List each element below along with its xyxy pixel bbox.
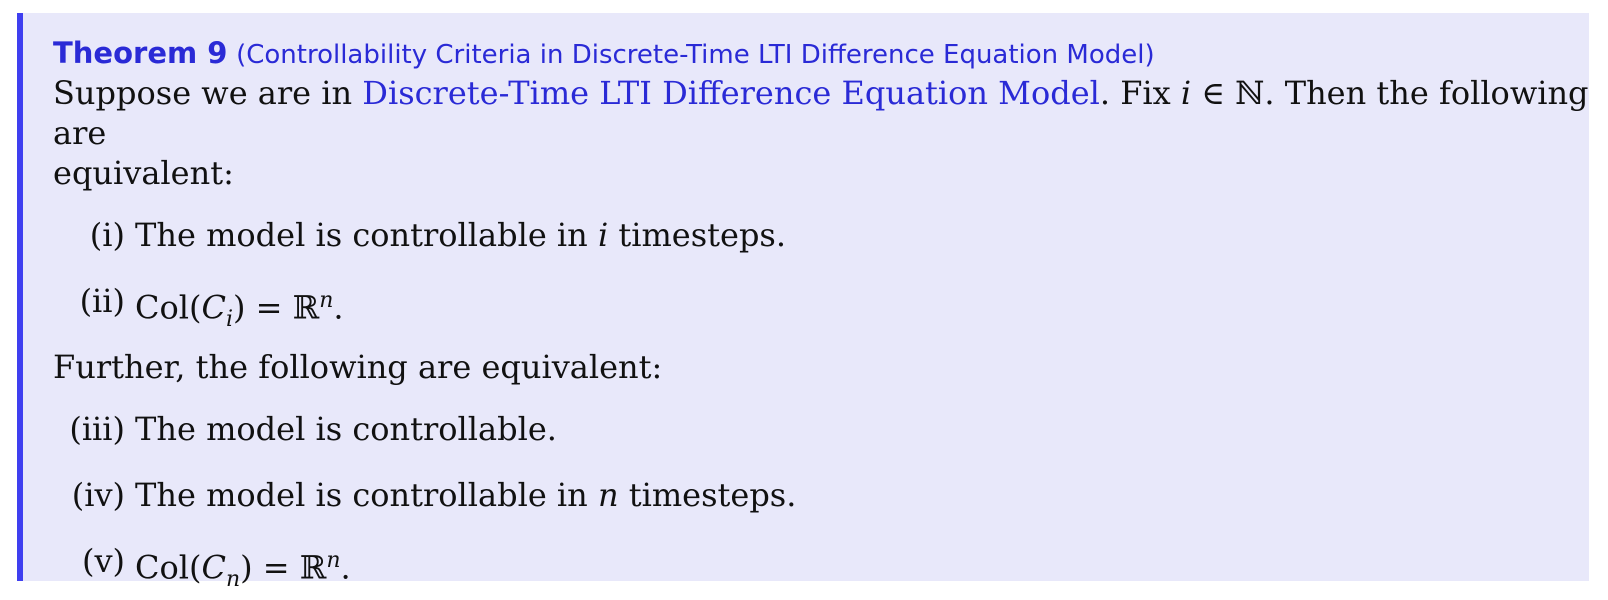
item-text: The model is controllable. xyxy=(135,410,557,448)
intro-line2: equivalent: xyxy=(53,154,234,192)
item-text: The model is controllable in i timesteps… xyxy=(135,215,786,255)
item-label: (iii) xyxy=(69,410,125,448)
theorem-header: Theorem 9 (Controllability Criteria in D… xyxy=(53,33,1589,73)
item-text-post: timesteps. xyxy=(608,216,787,254)
formula-cal: C xyxy=(201,288,226,327)
item-var: n xyxy=(597,476,619,514)
item-label: (v) xyxy=(81,542,125,580)
equivalence-list-b: (iii) The model is controllable. (iv) Th… xyxy=(53,409,1589,592)
formula-pre: Col( xyxy=(135,548,202,587)
item-var: i xyxy=(597,216,609,254)
intro-var: i xyxy=(1180,74,1192,112)
item-text: The model is controllable in n timesteps… xyxy=(135,475,796,515)
list-item: (iv) The model is controllable in n time… xyxy=(53,475,1589,515)
theorem-intro: Suppose we are in Discrete-Time LTI Diff… xyxy=(53,73,1589,193)
item-text-pre: The model is controllable in xyxy=(135,216,598,254)
intro-post-1: . Fix xyxy=(1099,74,1181,112)
further-text: Further, the following are equivalent: xyxy=(53,348,663,386)
formula-post: ) = ℝ xyxy=(240,548,327,587)
formula-cal: C xyxy=(201,548,226,587)
formula-sub: i xyxy=(225,307,233,333)
list-item: (v) Col(Cn) = ℝn. xyxy=(53,541,1589,592)
formula-sup: n xyxy=(319,288,334,313)
formula-sub: n xyxy=(225,567,241,593)
formula-post: ) = ℝ xyxy=(233,288,320,327)
item-text-post: timesteps. xyxy=(618,476,797,514)
theorem-label: Theorem 9 xyxy=(53,36,228,70)
item-formula: Col(Cn) = ℝn. xyxy=(135,541,351,600)
model-link[interactable]: Discrete-Time LTI Difference Equation Mo… xyxy=(362,74,1100,112)
theorem-box: Theorem 9 (Controllability Criteria in D… xyxy=(17,13,1589,592)
theorem-subtitle: (Controllability Criteria in Discrete-Ti… xyxy=(236,40,1155,70)
list-item: (i) The model is controllable in i times… xyxy=(53,215,1589,255)
item-formula: Col(Ci) = ℝn. xyxy=(135,281,344,340)
list-item: (ii) Col(Ci) = ℝn. xyxy=(53,281,1589,332)
formula-sup: n xyxy=(326,548,341,573)
item-label: (iv) xyxy=(71,476,125,514)
item-label: (i) xyxy=(89,216,125,254)
equivalence-list-a: (i) The model is controllable in i times… xyxy=(53,215,1589,332)
item-label: (ii) xyxy=(79,282,125,320)
intro-pre: Suppose we are in xyxy=(53,74,363,112)
list-item: (iii) The model is controllable. xyxy=(53,409,1589,449)
formula-end: . xyxy=(340,548,351,587)
item-text-pre: The model is controllable in xyxy=(135,476,598,514)
formula-pre: Col( xyxy=(135,288,202,327)
formula-end: . xyxy=(333,288,344,327)
